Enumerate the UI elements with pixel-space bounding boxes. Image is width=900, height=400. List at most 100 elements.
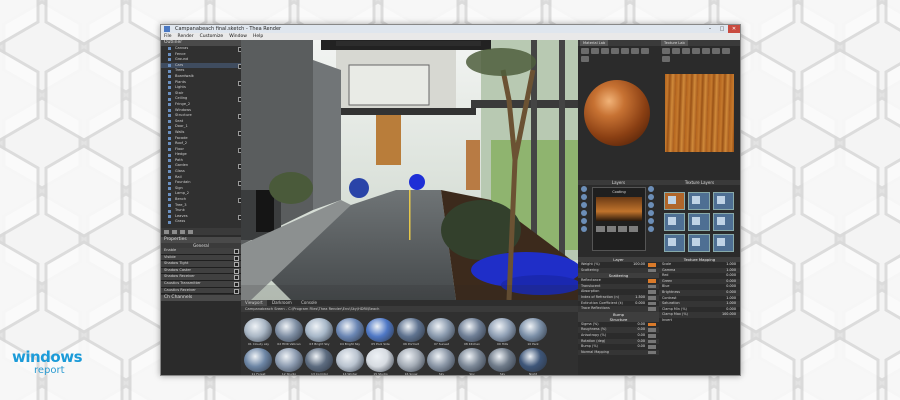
color-swatch[interactable] bbox=[648, 350, 656, 355]
hdri-thumbnail[interactable]: 14 Winter bbox=[335, 348, 365, 375]
hdri-thumbnail[interactable]: 06 Portrait bbox=[396, 318, 426, 346]
color-swatch[interactable] bbox=[648, 322, 656, 327]
texture-slot[interactable] bbox=[664, 213, 686, 231]
hdri-thumbnail[interactable]: Night bbox=[518, 348, 548, 375]
filter-icon[interactable] bbox=[172, 229, 177, 234]
settings-icon[interactable] bbox=[631, 48, 639, 54]
zoom-icon[interactable] bbox=[722, 48, 730, 54]
hdri-thumbnail[interactable]: 08 Kitchen bbox=[457, 318, 487, 346]
color-swatch[interactable] bbox=[648, 301, 656, 306]
tab-texture-lab[interactable]: Texture Lab bbox=[661, 40, 688, 46]
property-checkbox[interactable] bbox=[234, 281, 239, 287]
open-icon[interactable] bbox=[581, 48, 589, 54]
property-label: Scale bbox=[662, 262, 672, 266]
hdri-thumbnail[interactable]: 04 Bright Sky bbox=[335, 318, 365, 346]
property-row: Shadow Receiver bbox=[161, 274, 241, 281]
hdri-thumbnail[interactable]: 07 Sunset bbox=[427, 318, 456, 346]
hdri-preview bbox=[488, 348, 516, 372]
hdri-thumbnail[interactable]: Sky bbox=[488, 348, 517, 375]
hdri-thumbnail[interactable]: 10 Park bbox=[518, 318, 548, 346]
layer-right-icons bbox=[648, 186, 656, 232]
texture-slot[interactable] bbox=[664, 192, 686, 210]
render-icon[interactable] bbox=[621, 48, 629, 54]
crop-icon[interactable] bbox=[682, 48, 690, 54]
tree-item-label: Stair bbox=[175, 90, 184, 95]
property-checkbox[interactable] bbox=[234, 262, 239, 268]
property-row[interactable]: Scattering bbox=[578, 267, 659, 274]
layer-stack[interactable]: Coating bbox=[592, 187, 646, 251]
color-swatch[interactable] bbox=[648, 307, 656, 311]
property-row[interactable]: Normal Mapping bbox=[578, 349, 659, 356]
property-checkbox[interactable] bbox=[234, 275, 239, 281]
menu-file[interactable]: File bbox=[164, 33, 172, 40]
collapse-icon[interactable] bbox=[188, 229, 193, 234]
rotate-icon[interactable] bbox=[702, 48, 710, 54]
texture-slot[interactable] bbox=[688, 234, 710, 252]
viewport-toolbar[interactable] bbox=[336, 41, 481, 46]
color-swatch[interactable] bbox=[648, 290, 656, 294]
property-checkbox[interactable] bbox=[234, 288, 239, 294]
hdri-thumbnail[interactable]: 16 Snow bbox=[396, 348, 426, 376]
tree-item[interactable]: Grass bbox=[161, 219, 241, 225]
property-checkbox[interactable] bbox=[234, 249, 239, 254]
color-swatch[interactable] bbox=[648, 284, 656, 289]
library-icon[interactable] bbox=[641, 48, 649, 54]
hdri-thumbnail[interactable]: 02 HDR Vatican bbox=[274, 318, 304, 346]
add-icon[interactable] bbox=[164, 229, 169, 234]
minimize-button[interactable]: – bbox=[704, 25, 716, 33]
hdri-thumbnail[interactable]: 09 Hills bbox=[488, 318, 517, 346]
color-swatch[interactable] bbox=[648, 279, 656, 283]
hdri-thumbnail[interactable]: Sky bbox=[427, 348, 456, 375]
texture-layer-grid[interactable] bbox=[664, 192, 734, 252]
save-icon[interactable] bbox=[591, 48, 599, 54]
hdri-thumbnail[interactable]: 05 Pool Side bbox=[366, 318, 395, 346]
hdri-thumbnail[interactable]: 11 Forest bbox=[244, 348, 273, 375]
hdri-preview bbox=[366, 318, 394, 342]
menu-help[interactable]: Help bbox=[253, 33, 263, 40]
texture-slot[interactable] bbox=[712, 192, 734, 210]
hdri-thumbnail[interactable]: 12 Studio bbox=[274, 348, 304, 375]
render-viewport[interactable] bbox=[241, 40, 578, 300]
paste-icon[interactable] bbox=[611, 48, 619, 54]
hdri-caption: 16 Snow bbox=[404, 372, 418, 376]
color-swatch[interactable] bbox=[648, 263, 656, 267]
hdri-thumbnail[interactable]: Sky bbox=[457, 348, 487, 375]
texture-slot[interactable] bbox=[712, 213, 734, 231]
texture-slot[interactable] bbox=[664, 234, 686, 252]
close-button[interactable]: ✕ bbox=[728, 25, 740, 33]
property-checkbox[interactable] bbox=[234, 268, 239, 274]
hdri-thumbnail[interactable]: 03 Bright Sky bbox=[305, 318, 334, 346]
color-swatch[interactable] bbox=[648, 339, 656, 344]
color-swatch[interactable] bbox=[648, 345, 656, 349]
tree-item-label: Grass bbox=[175, 219, 186, 224]
hdri-thumbnail[interactable]: 15 Studio bbox=[366, 348, 395, 375]
object-icon bbox=[168, 58, 171, 62]
fit-icon[interactable] bbox=[692, 48, 700, 54]
property-checkbox[interactable] bbox=[234, 255, 239, 261]
menu-customize[interactable]: Customize bbox=[200, 33, 224, 40]
flip-icon[interactable] bbox=[712, 48, 720, 54]
hdri-thumbnail[interactable]: 01 Cloudy sky bbox=[244, 318, 273, 346]
menu-window[interactable]: Window bbox=[229, 33, 247, 40]
reset-icon[interactable] bbox=[662, 56, 670, 62]
color-swatch[interactable] bbox=[648, 333, 656, 338]
texture-slot[interactable] bbox=[712, 234, 734, 252]
refresh-icon[interactable] bbox=[581, 56, 589, 62]
texture-slot[interactable] bbox=[688, 213, 710, 231]
property-row[interactable]: Trace Reflections bbox=[578, 306, 659, 312]
expand-icon[interactable] bbox=[180, 229, 185, 234]
maximize-button[interactable]: □ bbox=[716, 25, 728, 33]
menu-render[interactable]: Render bbox=[178, 33, 194, 40]
property-row[interactable]: Invert bbox=[659, 318, 740, 324]
color-swatch[interactable] bbox=[648, 295, 656, 300]
properties-panel: Properties General Enable Visible Shadow T… bbox=[161, 237, 241, 375]
copy-icon[interactable] bbox=[601, 48, 609, 54]
color-swatch[interactable] bbox=[648, 328, 656, 332]
texture-slot[interactable] bbox=[688, 192, 710, 210]
open-texture-icon[interactable] bbox=[662, 48, 670, 54]
color-swatch[interactable] bbox=[648, 268, 656, 273]
save-texture-icon[interactable] bbox=[672, 48, 680, 54]
property-label: Gamma bbox=[662, 267, 676, 272]
tab-material-lab[interactable]: Material Lab bbox=[580, 40, 609, 46]
hdri-thumbnail[interactable]: 13 Corridor bbox=[305, 348, 334, 375]
